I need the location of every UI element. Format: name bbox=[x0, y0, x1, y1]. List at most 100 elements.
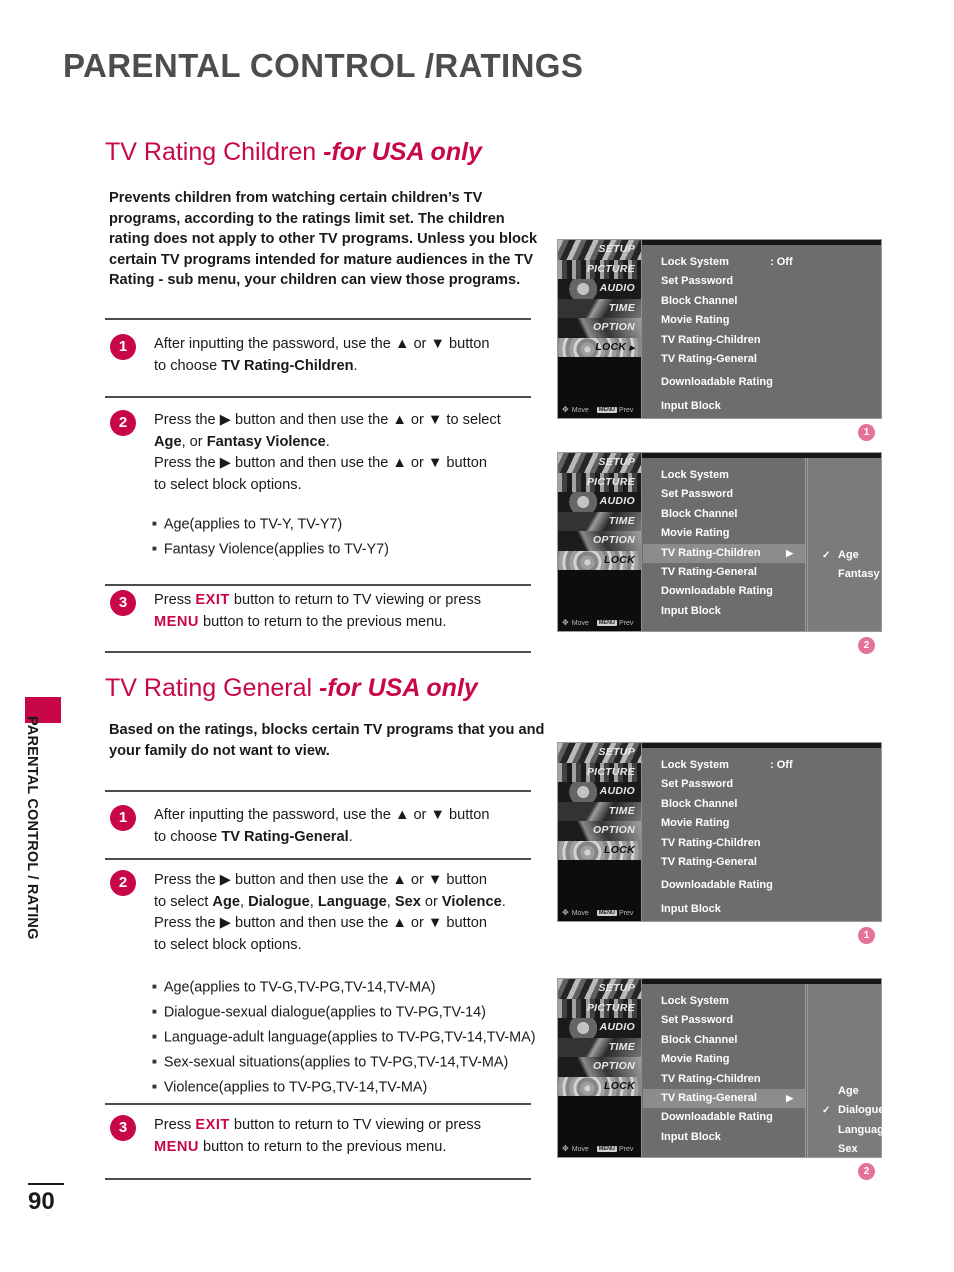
osd-menu-item-tv-rating-children[interactable]: TV Rating-Children ▶ bbox=[643, 543, 805, 563]
osd-menu-item-input-block[interactable]: Input Block bbox=[643, 397, 880, 416]
osd-footer-hints: ✥ Move MENU Prev bbox=[562, 1144, 633, 1153]
osd-sidebar-item-picture[interactable]: PICTURE bbox=[558, 762, 641, 782]
osd-sidebar-item-label: TIME bbox=[608, 1040, 635, 1053]
divider-g3 bbox=[105, 1103, 531, 1105]
osd-menu-item-lock-system[interactable]: Lock System bbox=[643, 992, 805, 1011]
osd-sidebar-item-lock[interactable]: LOCK bbox=[558, 1076, 641, 1096]
osd-menu-item-lock-system[interactable]: Lock System: Off bbox=[643, 756, 880, 775]
osd-sidebar-item-audio[interactable]: AUDIO bbox=[558, 492, 641, 512]
divider-c1 bbox=[105, 318, 531, 320]
osd-menu-item-set-password[interactable]: Set Password bbox=[643, 1011, 805, 1030]
osd-sidebar-item-lock[interactable]: LOCK bbox=[558, 840, 641, 860]
osd-sidebar-item-time[interactable]: TIME bbox=[558, 801, 641, 821]
step-line-1: After inputting the password, use the ▲ … bbox=[154, 807, 490, 823]
osd-sidebar-item-setup[interactable]: SETUP bbox=[558, 743, 641, 763]
page-number: 90 bbox=[28, 1188, 55, 1215]
osd-menu-item-tv-rating-general[interactable]: TV Rating-General bbox=[643, 563, 805, 582]
osd-menu-item-movie-rating[interactable]: Movie Rating bbox=[643, 524, 805, 543]
osd-sidebar-item-picture[interactable]: PICTURE bbox=[558, 472, 641, 492]
step-text: Press EXIT button to return to TV viewin… bbox=[154, 590, 481, 633]
osd-sidebar-item-audio[interactable]: AUDIO bbox=[558, 782, 641, 802]
osd-submenu-item-label: Sex bbox=[838, 1143, 858, 1156]
osd-menu-item-tv-rating-children[interactable]: TV Rating-Children bbox=[643, 1070, 805, 1089]
step-line-2-prefix: to choose bbox=[154, 357, 222, 374]
osd-submenu-panel: ✓ Age Fantasy Violence bbox=[807, 458, 928, 631]
osd-sidebar-item-option[interactable]: OPTION bbox=[558, 821, 641, 841]
osd-sidebar-item-setup[interactable]: SETUP bbox=[558, 979, 641, 999]
osd-menu-item-movie-rating[interactable]: Movie Rating bbox=[643, 814, 880, 833]
osd-menu-item-set-password[interactable]: Set Password bbox=[643, 272, 880, 291]
osd-submenu-item-fantasy-violence[interactable]: Fantasy Violence bbox=[808, 565, 928, 584]
page-title: PARENTAL CONTROL /RATINGS bbox=[63, 47, 584, 84]
osd-submenu-item-age[interactable]: Age bbox=[808, 1082, 881, 1101]
osd-sidebar-item-picture[interactable]: PICTURE bbox=[558, 998, 641, 1018]
osd-submenu-item-language[interactable]: Language bbox=[808, 1121, 890, 1140]
osd-submenu-item-sex[interactable]: Sex bbox=[808, 1140, 881, 1159]
osd-menu-item-lock-system[interactable]: Lock System bbox=[643, 466, 805, 485]
osd-sidebar-item-time[interactable]: TIME bbox=[558, 298, 641, 318]
osd-menu-item-downloadable-rating[interactable]: Downloadable Rating bbox=[643, 876, 880, 895]
osd-menu-item-tv-rating-children[interactable]: TV Rating-Children bbox=[643, 834, 880, 853]
osd-menu-item-tv-rating-general[interactable]: TV Rating-General ▶ bbox=[643, 1088, 805, 1109]
section-heading-general-italic: -for USA only bbox=[319, 674, 478, 702]
step-line-2-suffix: . bbox=[501, 893, 506, 910]
osd-lock-system-value: : Off bbox=[770, 256, 793, 268]
osd-sidebar-item-lock[interactable]: LOCK bbox=[558, 550, 641, 570]
osd-submenu-item-age[interactable]: ✓ Age bbox=[808, 546, 881, 565]
step-number-badge: 1 bbox=[110, 334, 136, 360]
osd-sidebar-item-label: SETUP bbox=[598, 746, 635, 758]
osd-sidebar-item-picture[interactable]: PICTURE bbox=[558, 259, 641, 279]
osd-menu-item-input-block[interactable]: Input Block bbox=[643, 900, 880, 919]
osd-footer-prev-label: Prev bbox=[619, 620, 634, 627]
osd-submenu-item-label: Language bbox=[838, 1123, 890, 1136]
osd-sidebar-item-time[interactable]: TIME bbox=[558, 511, 641, 531]
osd-sidebar-item-time[interactable]: TIME bbox=[558, 1037, 641, 1057]
osd-menu-item-label: Lock System bbox=[661, 469, 729, 481]
osd-menu-item-block-channel[interactable]: Block Channel bbox=[643, 1031, 805, 1050]
osd-sidebar-item-lock[interactable]: LOCK ▶ bbox=[558, 337, 641, 357]
osd-menu-item-label: Lock System bbox=[661, 256, 729, 268]
osd-sidebar-item-audio[interactable]: AUDIO bbox=[558, 1018, 641, 1038]
osd-menu-item-tv-rating-general[interactable]: TV Rating-General bbox=[643, 853, 880, 872]
osd-menu-item-downloadable-rating[interactable]: Downloadable Rating bbox=[643, 582, 805, 601]
osd-sidebar-item-option[interactable]: OPTION bbox=[558, 318, 641, 338]
osd-menu-item-downloadable-rating[interactable]: Downloadable Rating bbox=[643, 1108, 805, 1127]
step-number-badge: 1 bbox=[110, 805, 136, 831]
list-item: Fantasy Violence(applies to TV-Y7) bbox=[152, 537, 389, 562]
osd-menu-item-movie-rating[interactable]: Movie Rating bbox=[643, 311, 880, 330]
osd-menu-item-label: Set Password bbox=[661, 778, 734, 791]
list-item: Age(applies to TV-G,TV-PG,TV-14,TV-MA) bbox=[152, 975, 536, 1000]
osd-menu-list: Lock System Set Password Block Channel Movi… bbox=[643, 458, 806, 631]
osd-menu-item-set-password[interactable]: Set Password bbox=[643, 775, 880, 794]
osd-sidebar-item-label: LOCK bbox=[604, 843, 635, 856]
osd-menu-item-set-password[interactable]: Set Password bbox=[643, 485, 805, 504]
osd-sidebar-item-label: LOCK bbox=[604, 553, 635, 566]
osd-menu-item-lock-system[interactable]: Lock System : Off bbox=[643, 253, 880, 272]
step-option-violence: Violence bbox=[441, 893, 502, 910]
osd-menu-item-tv-rating-general[interactable]: TV Rating-General bbox=[643, 350, 880, 369]
list-item: Sex-sexual situations(applies to TV-PG,T… bbox=[152, 1050, 536, 1075]
step-sep: , bbox=[386, 893, 395, 910]
dpad-icon: ✥ bbox=[562, 908, 569, 917]
osd-sidebar-item-setup[interactable]: SETUP bbox=[558, 453, 641, 473]
osd-sidebar-item-setup[interactable]: SETUP bbox=[558, 240, 641, 260]
osd-sidebar-item-audio[interactable]: AUDIO bbox=[558, 279, 641, 299]
osd-sidebar-item-label: PICTURE bbox=[586, 475, 635, 488]
osd-menu-item-block-channel[interactable]: Block Channel bbox=[643, 505, 805, 524]
osd-menu-item-tv-rating-children[interactable]: TV Rating-Children bbox=[643, 331, 880, 350]
osd-menu-item-input-block[interactable]: Input Block bbox=[643, 602, 805, 621]
osd-sidebar-item-option[interactable]: OPTION bbox=[558, 1057, 641, 1077]
osd-menu-item-movie-rating[interactable]: Movie Rating bbox=[643, 1050, 805, 1069]
osd-menu-item-block-channel[interactable]: Block Channel bbox=[643, 795, 880, 814]
osd-submenu-item-dialogue[interactable]: ✓ Dialogue bbox=[808, 1101, 884, 1120]
figure-badge: 1 bbox=[858, 424, 875, 441]
osd-sidebar-item-label: LOCK bbox=[595, 340, 627, 353]
section-heading-general-main: TV Rating General bbox=[105, 674, 319, 702]
osd-footer-hints: ✥ Move MENU Prev bbox=[562, 405, 633, 414]
osd-menu-item-downloadable-rating[interactable]: Downloadable Rating bbox=[643, 373, 880, 392]
osd-menu-item-block-channel[interactable]: Block Channel bbox=[643, 292, 880, 311]
osd-menu-item-input-block[interactable]: Input Block bbox=[643, 1128, 805, 1147]
osd-menu-item-label: Downloadable Rating bbox=[661, 585, 773, 598]
osd-sidebar-item-option[interactable]: OPTION bbox=[558, 531, 641, 551]
osd-menu-item-label: Set Password bbox=[661, 275, 734, 288]
